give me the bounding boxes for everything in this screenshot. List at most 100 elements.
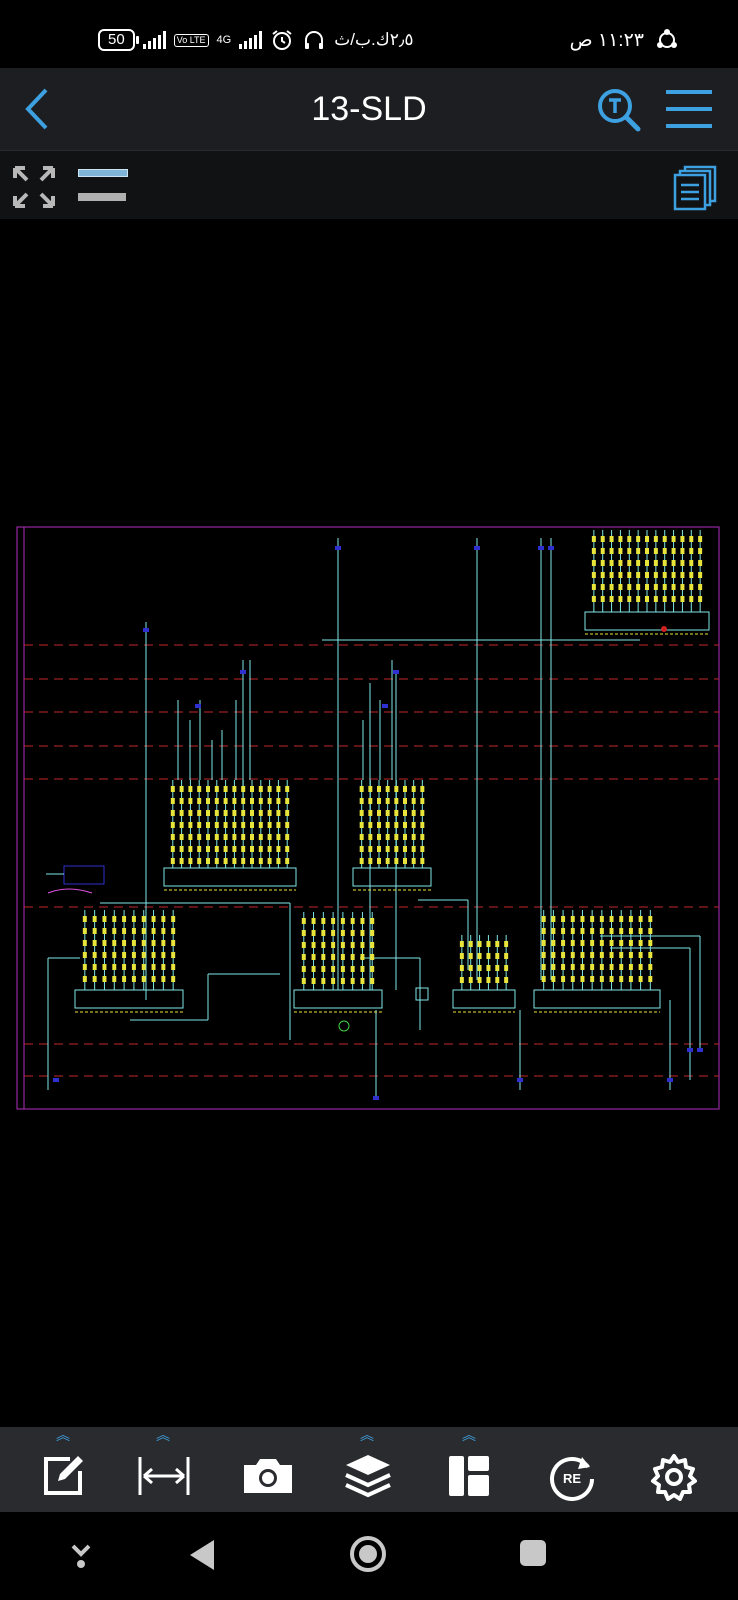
drawing-canvas[interactable] xyxy=(0,219,738,1427)
assistant-icon[interactable] xyxy=(68,1540,94,1570)
breaker-mark xyxy=(698,560,703,566)
breaker-mark xyxy=(188,786,193,792)
breaker-mark xyxy=(285,822,290,828)
breaker-mark xyxy=(350,942,355,948)
breaker-mark xyxy=(645,548,649,554)
breaker-mark xyxy=(179,786,184,792)
breaker-mark xyxy=(411,858,416,864)
breaker-mark xyxy=(600,560,605,566)
measure-button[interactable]: ︽ xyxy=(128,1427,200,1512)
breaker-mark xyxy=(486,965,491,971)
breaker-mark xyxy=(468,965,473,971)
breaker-mark xyxy=(580,916,585,922)
breaker-mark xyxy=(258,834,263,840)
breaker-mark xyxy=(638,928,643,934)
breaker-mark xyxy=(403,834,407,840)
breaker-mark xyxy=(619,952,624,958)
breaker-mark xyxy=(618,584,623,590)
terminal-mark xyxy=(53,1078,59,1082)
view-toolbar xyxy=(0,151,738,219)
breaker-mark xyxy=(223,834,228,840)
home-nav-icon[interactable] xyxy=(348,1534,388,1574)
back-nav-icon[interactable] xyxy=(188,1538,216,1572)
breaker-mark xyxy=(653,572,658,578)
terminal-mark xyxy=(538,546,544,550)
breaker-mark xyxy=(311,930,316,936)
breaker-mark xyxy=(151,952,156,958)
terminal-mark xyxy=(335,546,341,550)
breaker-mark xyxy=(188,798,193,804)
breaker-mark xyxy=(188,858,193,864)
breaker-mark xyxy=(223,858,228,864)
documents-stack-icon[interactable] xyxy=(673,165,717,211)
breaker-mark xyxy=(370,942,375,948)
layers-button[interactable]: ︽ xyxy=(332,1427,404,1512)
breaker-mark xyxy=(541,940,546,946)
breaker-mark xyxy=(267,786,272,792)
breaker-mark xyxy=(627,584,632,590)
breaker-mark xyxy=(671,548,676,554)
breaker-mark xyxy=(311,918,316,924)
breaker-mark xyxy=(340,978,345,984)
breaker-mark xyxy=(360,942,365,948)
line-weight-on-icon[interactable] xyxy=(78,169,128,177)
breaker-mark xyxy=(541,976,546,982)
breaker-mark xyxy=(627,536,632,542)
chevron-up-icon: ︽ xyxy=(462,1427,476,1443)
breaker-mark xyxy=(232,822,237,828)
breaker-mark xyxy=(638,964,643,970)
breaker-mark xyxy=(609,560,614,566)
breaker-mark xyxy=(131,916,136,922)
edit-button[interactable]: ︽ xyxy=(28,1427,100,1512)
breaker-mark xyxy=(331,930,336,936)
breaker-mark xyxy=(258,822,263,828)
breaker-mark xyxy=(206,846,210,852)
breaker-mark xyxy=(331,918,336,924)
panel-button[interactable]: ︽ xyxy=(434,1427,506,1512)
breaker-mark xyxy=(350,930,355,936)
breaker-mark xyxy=(486,953,491,959)
breaker-mark xyxy=(377,810,381,816)
breaker-mark xyxy=(241,810,246,816)
breaker-mark xyxy=(331,942,336,948)
terminal-mark xyxy=(474,546,480,550)
breaker-mark xyxy=(122,976,127,982)
breaker-mark xyxy=(648,940,653,946)
breaker-mark xyxy=(214,834,219,840)
breaker-mark xyxy=(662,584,667,590)
breaker-mark xyxy=(223,798,228,804)
breaker-mark xyxy=(82,940,87,946)
recents-nav-icon[interactable] xyxy=(518,1538,548,1568)
breaker-mark xyxy=(267,834,272,840)
breaker-mark xyxy=(92,928,97,934)
breaker-mark xyxy=(241,846,246,852)
breaker-mark xyxy=(580,964,585,970)
hamburger-menu-icon[interactable] xyxy=(664,88,714,130)
breaker-mark xyxy=(680,572,685,578)
cable-path xyxy=(47,888,93,894)
breaker-mark xyxy=(394,810,399,816)
settings-button[interactable] xyxy=(638,1427,710,1512)
breaker-mark xyxy=(285,846,290,852)
redo-button[interactable]: RE xyxy=(536,1427,608,1512)
breaker-mark xyxy=(609,976,614,982)
breaker-mark xyxy=(671,572,676,578)
line-weight-off-icon[interactable] xyxy=(78,193,126,201)
breaker-mark xyxy=(648,964,653,970)
control-box xyxy=(63,865,105,885)
breaker-mark xyxy=(551,916,556,922)
camera-button[interactable] xyxy=(230,1427,302,1512)
expand-arrows-icon[interactable] xyxy=(12,165,56,209)
redo-label: RE xyxy=(563,1471,581,1486)
breaker-mark xyxy=(161,976,166,982)
breaker-mark xyxy=(495,965,500,971)
text-search-icon[interactable] xyxy=(594,86,644,136)
breaker-mark xyxy=(591,548,596,554)
breaker-mark xyxy=(648,916,653,922)
breaker-mark xyxy=(141,964,146,970)
terminal-mark xyxy=(143,628,149,632)
volte-badge: Vo LTE xyxy=(173,33,209,47)
breaker-mark xyxy=(619,928,624,934)
breaker-mark xyxy=(411,822,416,828)
breaker-mark xyxy=(411,846,416,852)
